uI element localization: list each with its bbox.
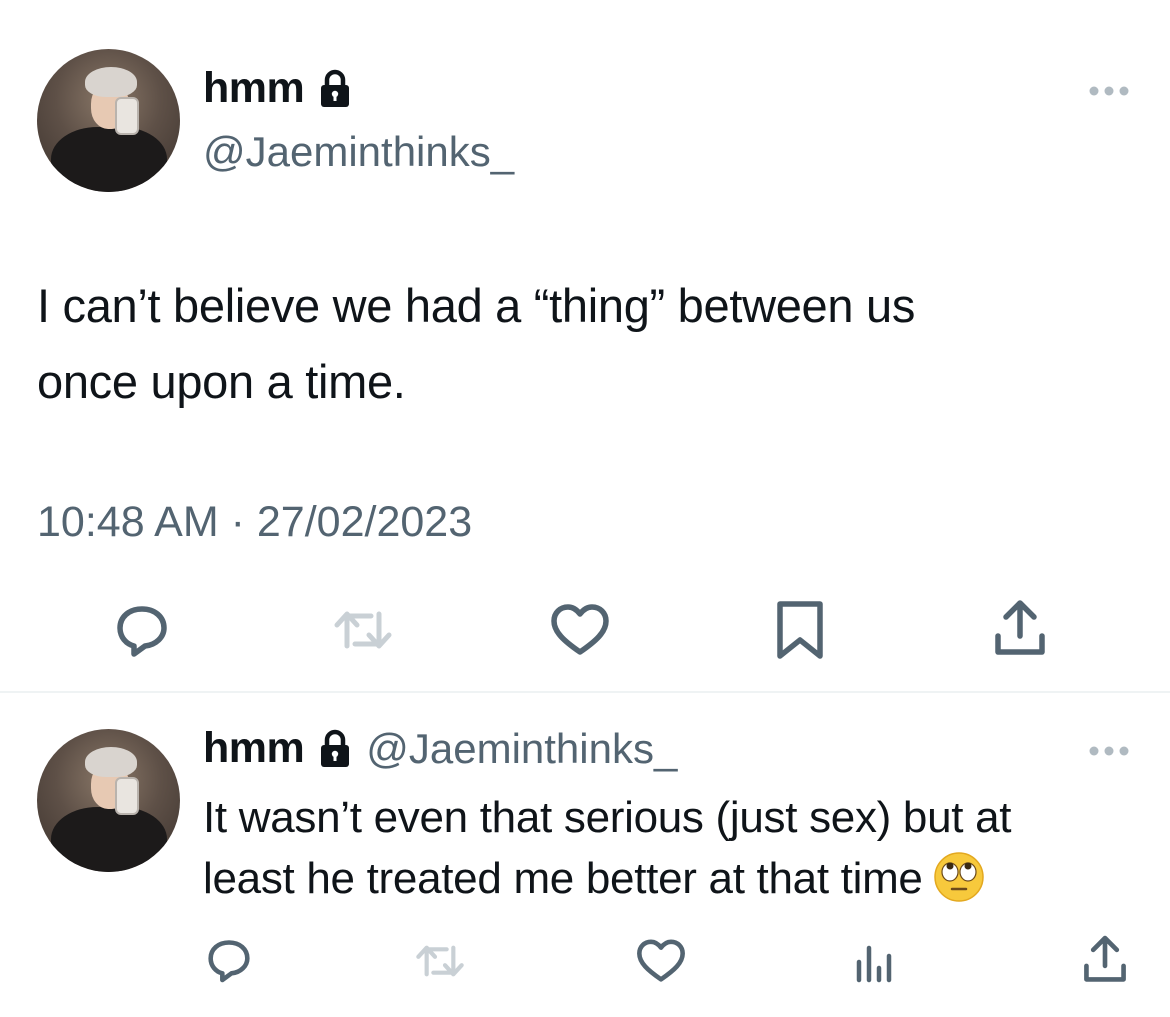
tweet-text-line: once upon a time. bbox=[37, 355, 406, 408]
divider bbox=[0, 691, 1170, 693]
like-button[interactable] bbox=[548, 600, 612, 660]
retweet-icon bbox=[334, 611, 392, 649]
avatar[interactable] bbox=[37, 49, 180, 192]
reply-text-line: least he treated me better at that time bbox=[203, 848, 1143, 909]
tweet-text-line: I can’t believe we had a “thing” between… bbox=[37, 279, 916, 332]
more-options-icon[interactable] bbox=[1087, 744, 1131, 758]
lock-icon bbox=[321, 69, 350, 107]
handle-row: @Jaeminthinks_ bbox=[203, 128, 514, 176]
retweet-button[interactable] bbox=[410, 936, 470, 986]
reply-icon bbox=[208, 940, 250, 983]
like-icon bbox=[637, 939, 685, 982]
retweet-button[interactable] bbox=[327, 600, 399, 660]
handle[interactable]: @Jaeminthinks_ bbox=[366, 725, 677, 773]
share-button[interactable] bbox=[988, 596, 1052, 662]
tweet-text: I can’t believe we had a “thing” between… bbox=[37, 268, 1137, 420]
main-tweet: hmm @Jaeminthinks_ I can’t believe we ha… bbox=[0, 0, 1170, 692]
display-name[interactable]: hmm bbox=[203, 64, 305, 113]
reply-text-line: It wasn’t even that serious (just sex) b… bbox=[203, 793, 1012, 842]
retweet-icon bbox=[416, 945, 464, 977]
like-button[interactable] bbox=[634, 936, 688, 986]
share-icon bbox=[1084, 935, 1126, 982]
share-button[interactable] bbox=[1078, 932, 1132, 988]
share-icon bbox=[995, 600, 1045, 655]
views-icon bbox=[856, 945, 892, 983]
bookmark-icon bbox=[777, 601, 823, 659]
reply-button[interactable] bbox=[110, 598, 174, 662]
lock-icon bbox=[321, 729, 350, 767]
author-row: hmm bbox=[203, 64, 352, 113]
display-name[interactable]: hmm bbox=[203, 724, 305, 773]
reply-text-line-content: least he treated me better at that time bbox=[203, 854, 923, 903]
views-button[interactable] bbox=[850, 936, 900, 986]
more-options-icon[interactable] bbox=[1087, 84, 1131, 98]
reply-button[interactable] bbox=[203, 934, 255, 986]
timestamp[interactable]: 10:48 AM · 27/02/2023 bbox=[37, 498, 472, 547]
reply-text: It wasn’t even that serious (just sex) b… bbox=[203, 787, 1143, 909]
author-row: hmm @Jaeminthinks_ bbox=[203, 724, 677, 773]
avatar[interactable] bbox=[37, 729, 180, 872]
reply-icon bbox=[117, 606, 167, 657]
rolling-eyes-emoji-icon bbox=[933, 852, 984, 903]
bookmark-button[interactable] bbox=[770, 598, 830, 662]
like-icon bbox=[551, 604, 609, 655]
handle[interactable]: @Jaeminthinks_ bbox=[203, 128, 514, 176]
